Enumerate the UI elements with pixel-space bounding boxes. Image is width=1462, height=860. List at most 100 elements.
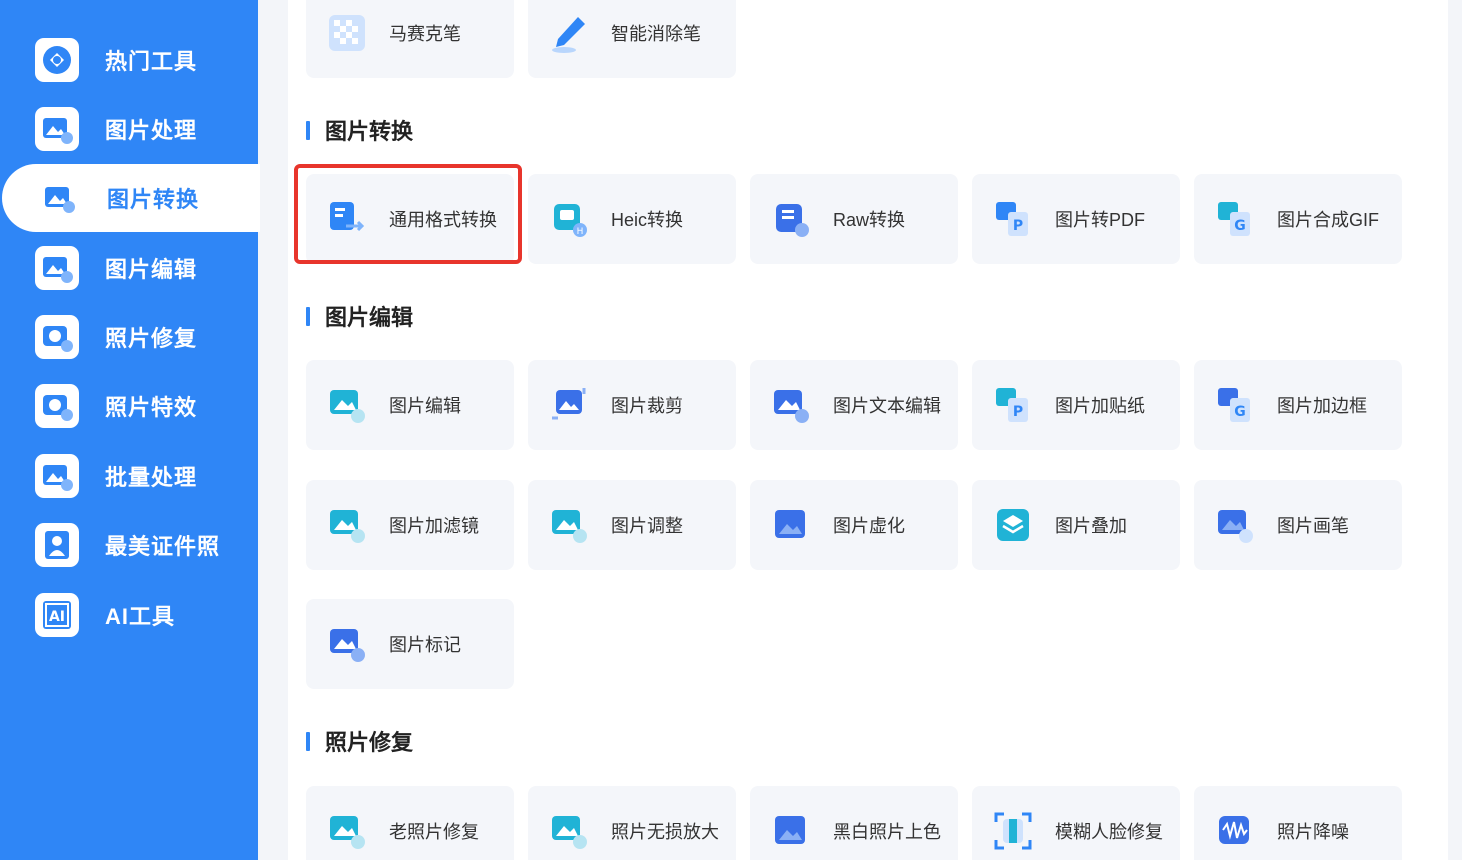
batch-process-icon [35, 454, 79, 498]
tool-card-image-adjust[interactable]: 图片调整 [528, 480, 736, 570]
tool-card-image-blur[interactable]: 图片虚化 [750, 480, 958, 570]
image-to-gif-icon: G [1214, 198, 1256, 240]
image-to-pdf-icon: P [992, 198, 1034, 240]
svg-text:G: G [1234, 404, 1246, 420]
tool-card-image-to-gif[interactable]: G 图片合成GIF [1194, 174, 1402, 264]
tool-card-smart-eraser[interactable]: 智能消除笔 [528, 0, 736, 78]
main-content: 马赛克笔 智能消除笔 图片转换 通用格式转换 H Heic转换 Raw转换 P … [288, 0, 1448, 860]
tool-card-lossless-upscale[interactable]: 照片无损放大 [528, 786, 736, 860]
section-title-convert: 图片转换 [306, 114, 413, 146]
card-label: Raw转换 [833, 210, 906, 230]
sidebar-item-label: 图片编辑 [105, 257, 198, 282]
sidebar-item-label: AI工具 [105, 604, 176, 629]
lossless-upscale-icon [548, 810, 590, 852]
card-label: 智能消除笔 [611, 24, 701, 44]
sidebar-item-label: 照片特效 [105, 395, 198, 420]
card-label: 图片合成GIF [1277, 210, 1379, 230]
svg-text:P: P [1013, 404, 1023, 420]
tool-card-mosaic-pen[interactable]: 马赛克笔 [306, 0, 514, 78]
svg-text:H: H [577, 227, 584, 237]
section-accent-bar [306, 306, 310, 326]
image-crop-icon [548, 384, 590, 426]
raw-convert-icon [770, 198, 812, 240]
sidebar-item-photo-effects[interactable]: 照片特效 [0, 372, 258, 440]
card-label: 图片虚化 [833, 516, 905, 536]
card-label: 黑白照片上色 [833, 822, 941, 842]
tool-card-colorize[interactable]: 黑白照片上色 [750, 786, 958, 860]
section-title-text: 照片修复 [325, 730, 414, 755]
tool-card-image-sticker[interactable]: P 图片加贴纸 [972, 360, 1180, 450]
card-label: 图片叠加 [1055, 516, 1127, 536]
tool-card-image-text-edit[interactable]: 图片文本编辑 [750, 360, 958, 450]
sidebar-item-image-convert[interactable]: 图片转换 [2, 164, 260, 232]
sidebar-item-photo-repair[interactable]: 照片修复 [0, 303, 258, 371]
sidebar-item-image-process[interactable]: 图片处理 [0, 95, 258, 163]
smart-eraser-icon [548, 12, 590, 54]
tool-card-heic-convert[interactable]: H Heic转换 [528, 174, 736, 264]
colorize-icon [770, 810, 812, 852]
card-label: 照片降噪 [1277, 822, 1349, 842]
svg-text:P: P [1013, 218, 1023, 234]
image-edit-icon [326, 384, 368, 426]
image-brush-icon [1214, 504, 1256, 546]
tool-card-image-to-pdf[interactable]: P 图片转PDF [972, 174, 1180, 264]
card-label: 老照片修复 [389, 822, 479, 842]
tool-card-face-repair[interactable]: 模糊人脸修复 [972, 786, 1180, 860]
tool-card-denoise[interactable]: 照片降噪 [1194, 786, 1402, 860]
card-label: 模糊人脸修复 [1055, 822, 1163, 842]
tool-card-image-mark[interactable]: 图片标记 [306, 599, 514, 689]
image-adjust-icon [548, 504, 590, 546]
image-sticker-icon: P [992, 384, 1034, 426]
tool-card-image-overlay[interactable]: 图片叠加 [972, 480, 1180, 570]
card-label: 马赛克笔 [389, 24, 461, 44]
sidebar: 热门工具 图片处理 图片转换 图片编辑 照片修复 照片特效 批量处理 最美证件照… [0, 0, 260, 860]
section-title-edit: 图片编辑 [306, 300, 413, 332]
mosaic-pen-icon [326, 12, 368, 54]
svg-text:G: G [1234, 218, 1246, 234]
tool-card-old-photo-repair[interactable]: 老照片修复 [306, 786, 514, 860]
image-mark-icon [326, 623, 368, 665]
svg-text:AI: AI [49, 609, 65, 625]
sidebar-item-id-photo[interactable]: 最美证件照 [0, 511, 258, 579]
card-label: 图片画笔 [1277, 516, 1349, 536]
sidebar-item-label: 批量处理 [105, 465, 198, 490]
tool-card-image-filter[interactable]: 图片加滤镜 [306, 480, 514, 570]
hot-tools-icon [35, 38, 79, 82]
denoise-icon [1214, 810, 1256, 852]
image-process-icon [35, 107, 79, 151]
section-accent-bar [306, 731, 310, 751]
card-label: Heic转换 [611, 210, 684, 230]
section-title-text: 图片转换 [325, 119, 414, 144]
sidebar-item-label: 照片修复 [105, 326, 198, 351]
ai-tools-icon: AI [35, 593, 79, 637]
sidebar-item-label: 图片转换 [107, 187, 200, 212]
sidebar-item-label: 热门工具 [105, 49, 198, 74]
card-label: 图片标记 [389, 635, 461, 655]
card-label: 图片编辑 [389, 396, 461, 416]
tool-card-image-border[interactable]: G 图片加边框 [1194, 360, 1402, 450]
tool-card-image-crop[interactable]: 图片裁剪 [528, 360, 736, 450]
card-label: 图片加边框 [1277, 396, 1367, 416]
sidebar-item-image-edit[interactable]: 图片编辑 [0, 234, 258, 302]
face-repair-icon [992, 810, 1034, 852]
card-label: 图片调整 [611, 516, 683, 536]
image-border-icon: G [1214, 384, 1256, 426]
tool-card-image-edit[interactable]: 图片编辑 [306, 360, 514, 450]
tool-card-image-brush[interactable]: 图片画笔 [1194, 480, 1402, 570]
image-blur-icon [770, 504, 812, 546]
card-label: 图片加贴纸 [1055, 396, 1145, 416]
sidebar-item-ai-tools[interactable]: AI AI工具 [0, 581, 258, 649]
heic-convert-icon: H [548, 198, 590, 240]
old-photo-repair-icon [326, 810, 368, 852]
image-edit-icon [35, 246, 79, 290]
card-label: 图片转PDF [1055, 210, 1145, 230]
sidebar-item-hot-tools[interactable]: 热门工具 [0, 26, 258, 94]
image-filter-icon [326, 504, 368, 546]
sidebar-item-batch-process[interactable]: 批量处理 [0, 442, 258, 510]
image-convert-icon [37, 176, 81, 220]
section-accent-bar [306, 120, 310, 140]
tool-card-raw-convert[interactable]: Raw转换 [750, 174, 958, 264]
photo-repair-icon [35, 315, 79, 359]
section-title-repair: 照片修复 [306, 725, 413, 757]
image-overlay-icon [992, 504, 1034, 546]
